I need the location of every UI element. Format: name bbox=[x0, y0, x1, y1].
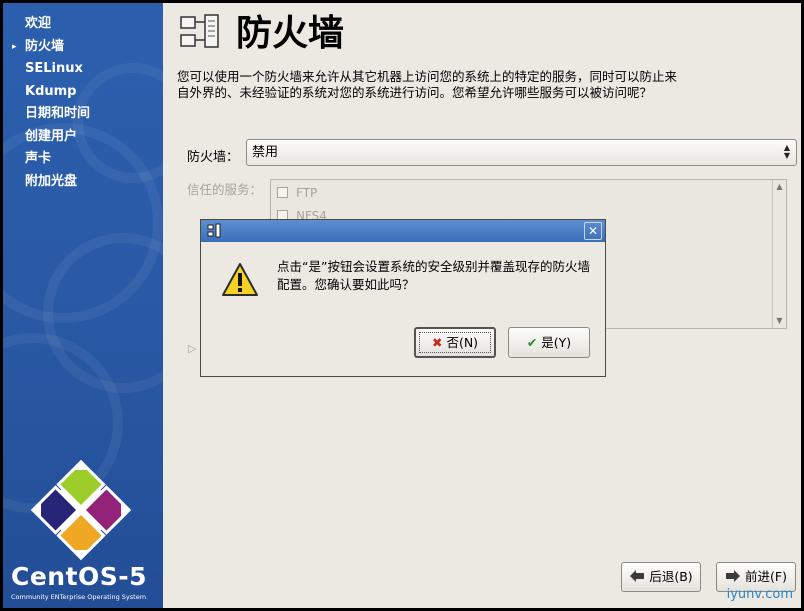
sidebar-step: Kdump bbox=[25, 83, 77, 99]
firewall-select-value: 禁用 bbox=[252, 145, 279, 160]
page-description: 您可以使用一个防火墙来允许从其它机器上访问您的系统上的特定的服务，同时可以防止来… bbox=[177, 69, 678, 100]
arrow-left-icon bbox=[630, 570, 645, 582]
firewall-small-icon bbox=[207, 223, 221, 238]
sidebar-step: SELinux bbox=[25, 61, 83, 76]
confirm-dialog: ✕ 点击“是”按钮会设置系统的安全级别并覆盖现存的防火墙配置。您确认要如此吗？ … bbox=[200, 219, 606, 377]
logo-wordmark: CentOS-5 bbox=[11, 562, 148, 591]
service-checkbox[interactable] bbox=[277, 187, 288, 198]
sidebar-step: 声卡 bbox=[25, 151, 52, 166]
back-button[interactable]: 后退(B) bbox=[621, 562, 701, 592]
firewall-select[interactable]: 禁用 ▲ ▼ bbox=[246, 139, 797, 166]
current-step-arrow-icon: ▸ bbox=[12, 41, 17, 52]
warning-icon bbox=[222, 263, 258, 296]
no-button[interactable]: ✖ 否(N) bbox=[414, 327, 496, 358]
sidebar-step: 日期和时间 bbox=[25, 106, 91, 121]
dialog-titlebar[interactable]: ✕ bbox=[201, 220, 605, 242]
list-scrollbar[interactable]: ▲ ▼ bbox=[772, 180, 786, 328]
firewall-icon bbox=[180, 14, 219, 48]
checkmark-icon: ✔ bbox=[526, 335, 538, 350]
firewall-label: 防火墙： bbox=[187, 150, 240, 165]
sidebar-step-current: ▸ 防火墙 bbox=[3, 36, 163, 59]
sidebar-step: 欢迎 bbox=[25, 16, 52, 31]
page-title: 防火墙 bbox=[236, 13, 345, 54]
select-arrows-icon: ▲ ▼ bbox=[783, 143, 790, 160]
step-list: 欢迎 ▸ 防火墙 SELinux Kdump 日期和时间 创建用户 声卡 附加光盘 bbox=[3, 13, 163, 193]
yes-button[interactable]: ✔ 是(Y) bbox=[508, 327, 590, 358]
dialog-message: 点击“是”按钮会设置系统的安全级别并覆盖现存的防火墙配置。您确认要如此吗？ bbox=[277, 259, 590, 292]
scroll-down-icon[interactable]: ▼ bbox=[773, 314, 786, 328]
arrow-right-icon bbox=[726, 570, 741, 582]
focus-ring bbox=[419, 332, 491, 353]
sidebar: 欢迎 ▸ 防火墙 SELinux Kdump 日期和时间 创建用户 声卡 附加光盘 bbox=[3, 3, 163, 608]
watermark: iyunv.com bbox=[726, 587, 793, 602]
sidebar-step: 创建用户 bbox=[25, 128, 78, 144]
firstboot-screen: 欢迎 ▸ 防火墙 SELinux Kdump 日期和时间 创建用户 声卡 附加光盘 bbox=[3, 3, 801, 608]
centos-emblem-icon bbox=[30, 459, 132, 561]
service-item: FTP bbox=[277, 186, 317, 200]
logo-tagline: Community ENTerprise Operating System bbox=[11, 593, 147, 601]
centos-logo: CentOS-5 Community ENTerprise Operating … bbox=[3, 455, 163, 608]
scroll-up-icon[interactable]: ▲ bbox=[773, 180, 786, 194]
sidebar-step: 附加光盘 bbox=[25, 173, 78, 189]
expander-arrow-icon[interactable]: ▷ bbox=[188, 342, 196, 355]
close-icon[interactable]: ✕ bbox=[584, 222, 602, 240]
trusted-services-label: 信任的服务： bbox=[187, 182, 263, 197]
